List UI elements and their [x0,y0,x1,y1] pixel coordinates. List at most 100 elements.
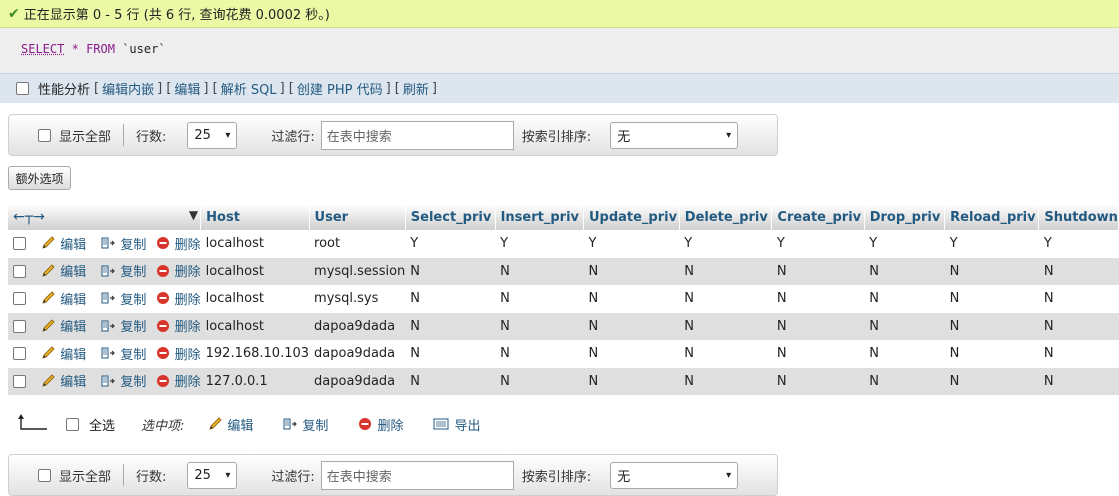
cell-host[interactable]: localhost [200,257,310,285]
column-header-insert-priv[interactable]: Insert_priv [495,204,584,230]
row-edit-button[interactable]: 编辑 [41,344,86,363]
filter-input[interactable]: 在表中搜索 [320,120,514,150]
cell-priv[interactable]: N [405,367,496,395]
column-header-create-priv[interactable]: Create_priv [771,204,865,230]
cell-priv[interactable]: N [679,312,772,340]
row-delete-button[interactable]: 删除 [156,371,201,390]
cell-priv[interactable]: N [1038,340,1119,368]
column-header-user[interactable]: User [309,204,406,230]
cell-priv[interactable]: Y [1038,230,1119,258]
cell-host[interactable]: localhost [200,312,310,340]
table-row[interactable]: 编辑 复制 删除 localhost mysql.session N N N N N N N N [8,257,1119,285]
row-copy-button[interactable]: 复制 [101,316,146,335]
cell-priv[interactable]: N [679,367,772,395]
link-inline-edit[interactable]: 编辑内嵌 [102,79,154,98]
cell-priv[interactable]: N [864,312,945,340]
cell-priv[interactable]: N [405,257,496,285]
cell-priv[interactable]: N [864,285,945,313]
row-edit-button[interactable]: 编辑 [41,316,86,335]
cell-priv[interactable]: Y [405,230,496,258]
column-header-host[interactable]: Host [200,204,310,230]
cell-priv[interactable]: N [679,257,772,285]
cell-priv[interactable]: N [583,367,680,395]
cell-user[interactable]: dapoa9dada [309,367,406,395]
cell-user[interactable]: mysql.session [309,257,406,285]
cell-user[interactable]: dapoa9dada [309,312,406,340]
row-delete-button[interactable]: 删除 [156,316,201,335]
cell-priv[interactable]: N [495,340,584,368]
cell-priv[interactable]: N [771,340,865,368]
cell-priv[interactable]: N [771,312,865,340]
column-header-drop-priv[interactable]: Drop_priv [864,204,946,230]
cell-user[interactable]: root [309,230,406,258]
link-create-php[interactable]: 创建 PHP 代码 [297,79,383,98]
cell-host[interactable]: 127.0.0.1 [200,367,310,395]
sort-select[interactable]: 无 ▾ [610,121,739,149]
extra-options-button[interactable]: 额外选项 [8,166,71,190]
link-explain-sql[interactable]: 解析 SQL [221,79,277,98]
cell-priv[interactable]: N [405,340,496,368]
cell-priv[interactable]: N [495,312,584,340]
cell-host[interactable]: 192.168.10.103 [200,340,310,368]
column-resize-arrows-icon[interactable]: ←┬→ [13,209,45,225]
bulk-copy-button[interactable]: 复制 [283,415,328,434]
filter-input-bottom[interactable]: 在表中搜索 [320,460,514,490]
row-edit-button[interactable]: 编辑 [41,289,86,308]
cell-priv[interactable]: N [495,285,584,313]
row-delete-button[interactable]: 删除 [156,289,201,308]
cell-priv[interactable]: N [583,340,680,368]
table-row[interactable]: 编辑 复制 删除 localhost mysql.sys N N N N N N N N [8,285,1119,313]
cell-priv[interactable]: N [864,340,945,368]
cell-priv[interactable]: N [944,340,1039,368]
cell-priv[interactable]: Y [771,230,865,258]
cell-priv[interactable]: N [944,285,1039,313]
cell-priv[interactable]: N [771,367,865,395]
cell-priv[interactable]: Y [679,230,772,258]
row-copy-button[interactable]: 复制 [101,289,146,308]
cell-priv[interactable]: N [679,285,772,313]
row-delete-button[interactable]: 删除 [156,234,201,253]
row-copy-button[interactable]: 复制 [101,234,146,253]
sort-select-bottom[interactable]: 无 ▾ [610,461,739,489]
cell-user[interactable]: dapoa9dada [309,340,406,368]
table-row[interactable]: 编辑 复制 删除 localhost root Y Y Y Y Y Y Y Y [8,230,1119,258]
cell-priv[interactable]: N [1038,367,1119,395]
link-edit[interactable]: 编辑 [174,79,200,98]
cell-priv[interactable]: N [944,367,1039,395]
cell-user[interactable]: mysql.sys [309,285,406,313]
rows-select[interactable]: 25 ▾ [187,121,238,149]
rows-select-bottom[interactable]: 25 ▾ [187,461,238,489]
column-header-select-priv[interactable]: Select_priv [405,204,496,230]
cell-priv[interactable]: N [679,340,772,368]
show-all-checkbox-bottom[interactable] [38,468,51,482]
cell-host[interactable]: localhost [200,230,310,258]
link-refresh[interactable]: 刷新 [403,79,429,98]
cell-priv[interactable]: Y [495,230,584,258]
column-header-update-priv[interactable]: Update_priv [583,204,680,230]
cell-priv[interactable]: N [495,367,584,395]
column-header-delete-priv[interactable]: Delete_priv [679,204,773,230]
table-row[interactable]: 编辑 复制 删除 127.0.0.1 dapoa9dada N N N N N N N N [8,367,1119,395]
cell-priv[interactable]: N [1038,312,1119,340]
table-row[interactable]: 编辑 复制 删除 localhost dapoa9dada N N N N N N N N [8,312,1119,340]
column-header-reload-priv[interactable]: Reload_priv [944,204,1040,230]
cell-priv[interactable]: N [583,285,680,313]
cell-priv[interactable]: N [495,257,584,285]
cell-priv[interactable]: N [944,257,1039,285]
cell-priv[interactable]: N [1038,257,1119,285]
cell-priv[interactable]: N [771,257,865,285]
column-header-shutdown-priv[interactable]: Shutdown [1038,204,1119,230]
row-checkbox[interactable] [13,347,26,361]
cell-priv[interactable]: N [1038,285,1119,313]
bulk-delete-button[interactable]: 删除 [358,415,403,434]
cell-priv[interactable]: N [864,367,945,395]
profiling-checkbox[interactable] [16,82,29,95]
cell-priv[interactable]: Y [583,230,680,258]
row-copy-button[interactable]: 复制 [101,261,146,280]
row-edit-button[interactable]: 编辑 [41,261,86,280]
show-all-checkbox[interactable] [38,128,51,142]
row-checkbox[interactable] [13,374,26,388]
cell-priv[interactable]: Y [944,230,1039,258]
cell-priv[interactable]: N [864,257,945,285]
sort-dropdown-icon[interactable]: ▼ [189,208,198,222]
